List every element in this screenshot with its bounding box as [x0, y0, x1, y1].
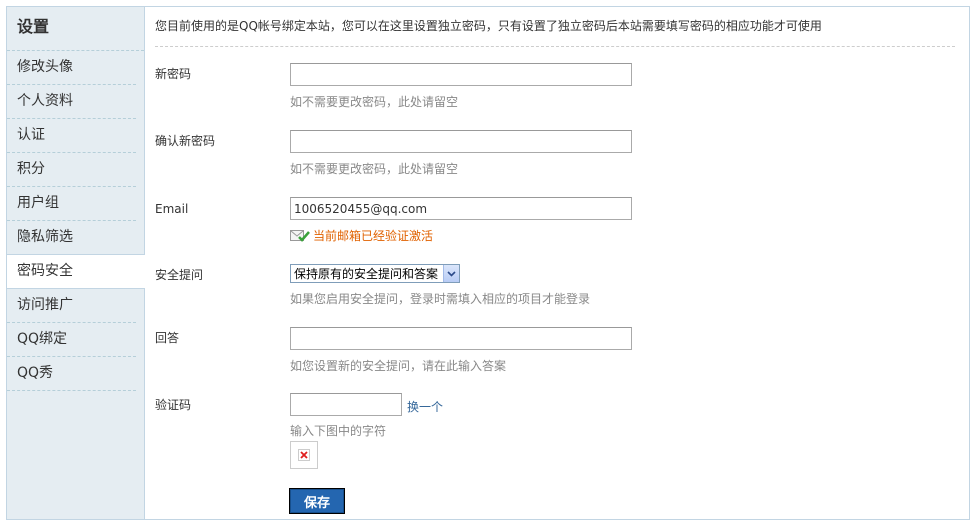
sidebar-item-qq-bind[interactable]: QQ绑定: [7, 323, 136, 357]
confirm-password-input[interactable]: [290, 130, 632, 153]
save-button[interactable]: 保存: [289, 488, 345, 514]
settings-panel: 设置 修改头像 个人资料 认证 积分 用户组 隐私筛选 密码安全 访问推广 QQ…: [6, 6, 970, 520]
email-verified-status: 当前邮箱已经验证激活: [290, 227, 433, 244]
security-question-selected: 保持原有的安全提问和答案: [294, 267, 439, 281]
new-password-label: 新密码: [155, 67, 192, 81]
confirm-password-hint: 如不需要更改密码，此处请留空: [290, 162, 459, 176]
main-content: 您目前使用的是QQ帐号绑定本站，您可以在这里设置独立密码，只有设置了独立密码后本…: [145, 7, 969, 519]
sidebar: 设置 修改头像 个人资料 认证 积分 用户组 隐私筛选 密码安全 访问推广 QQ…: [7, 7, 145, 519]
sidebar-item-privacy[interactable]: 隐私筛选: [7, 221, 136, 255]
sidebar-item-qq-show[interactable]: QQ秀: [7, 357, 136, 391]
sidebar-item-avatar[interactable]: 修改头像: [7, 51, 136, 85]
captcha-image[interactable]: [290, 441, 318, 469]
mail-verified-icon: [290, 229, 310, 242]
sidebar-item-profile[interactable]: 个人资料: [7, 85, 136, 119]
broken-image-icon: [298, 449, 310, 461]
email-label: Email: [155, 202, 189, 216]
sidebar-item-promotion[interactable]: 访问推广: [7, 289, 136, 323]
security-question-label: 安全提问: [155, 268, 204, 282]
confirm-password-label: 确认新密码: [155, 134, 216, 148]
answer-label: 回答: [155, 331, 180, 345]
security-question-hint: 如果您启用安全提问，登录时需填入相应的项目才能登录: [290, 292, 591, 306]
security-question-select[interactable]: 保持原有的安全提问和答案: [290, 264, 460, 283]
sidebar-title: 设置: [7, 7, 144, 51]
sidebar-item-usergroup[interactable]: 用户组: [7, 187, 136, 221]
email-input[interactable]: [290, 197, 632, 220]
sidebar-item-verify[interactable]: 认证: [7, 119, 136, 153]
new-password-hint: 如不需要更改密码，此处请留空: [290, 95, 459, 109]
captcha-input[interactable]: [290, 393, 402, 416]
captcha-hint: 输入下图中的字符: [290, 424, 387, 438]
chevron-down-icon[interactable]: [443, 265, 459, 282]
sidebar-menu: 修改头像 个人资料 认证 积分 用户组 隐私筛选 密码安全 访问推广 QQ绑定 …: [7, 51, 145, 391]
captcha-label: 验证码: [155, 398, 192, 412]
answer-input[interactable]: [290, 327, 632, 350]
sidebar-item-password-security[interactable]: 密码安全: [7, 254, 145, 289]
email-verified-text: 当前邮箱已经验证激活: [313, 229, 434, 243]
captcha-refresh-link[interactable]: 换一个: [407, 398, 443, 415]
new-password-input[interactable]: [290, 63, 632, 86]
notice-text: 您目前使用的是QQ帐号绑定本站，您可以在这里设置独立密码，只有设置了独立密码后本…: [155, 17, 955, 47]
answer-hint: 如您设置新的安全提问，请在此输入答案: [290, 359, 507, 373]
sidebar-item-credits[interactable]: 积分: [7, 153, 136, 187]
